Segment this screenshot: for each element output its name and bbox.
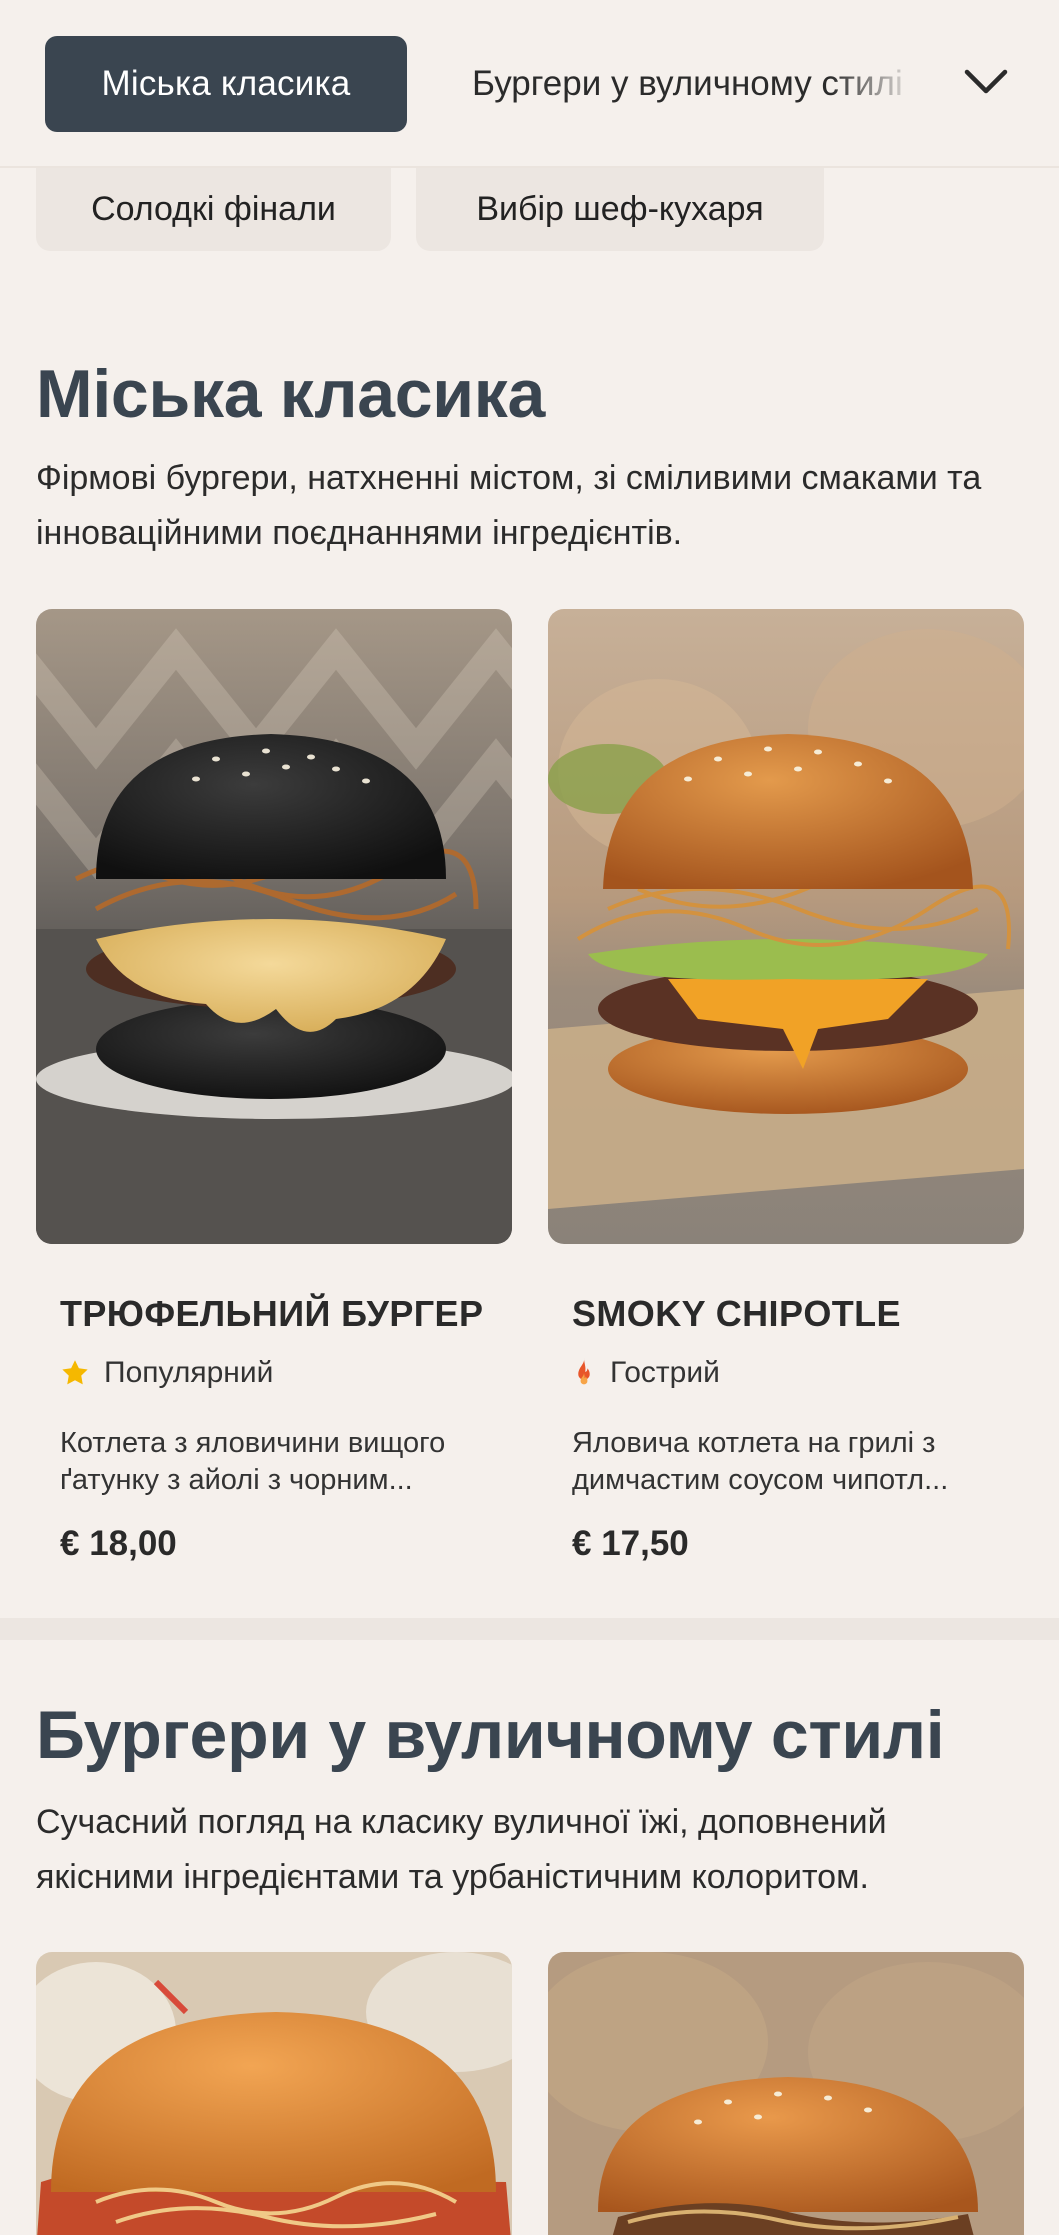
- product-description: Котлета з яловичини вищого ґатунку з айо…: [60, 1425, 500, 1499]
- section-title: Бургери у вуличному стилі: [36, 1697, 945, 1773]
- product-description-line: Яловича котлета на грилі з: [572, 1427, 936, 1459]
- product-image-street-burger-2[interactable]: [548, 1952, 1024, 2235]
- category-nav: Міська класика Бургери у вуличному стилі: [0, 0, 1059, 168]
- product-price: € 17,50: [572, 1524, 689, 1563]
- scroll-fade: [830, 30, 940, 140]
- product-name[interactable]: SMOKY CHIPOTLE: [572, 1293, 901, 1335]
- chevron-down-icon[interactable]: [960, 60, 1012, 104]
- product-tag-label: Гострий: [610, 1356, 720, 1389]
- section-title: Міська класика: [36, 356, 546, 432]
- product-description-line: Котлета з яловичини вищого: [60, 1427, 446, 1459]
- category-tab-active[interactable]: Міська класика: [45, 36, 407, 132]
- product-price: € 18,00: [60, 1524, 177, 1563]
- section-divider: [0, 1618, 1059, 1640]
- section-description: Сучасний погляд на класику вуличної їжі,…: [36, 1803, 887, 1896]
- star-icon: [60, 1358, 90, 1388]
- product-tag: Популярний: [60, 1356, 273, 1390]
- flame-icon: [572, 1357, 596, 1389]
- product-image-smoky-chipotle[interactable]: [548, 609, 1024, 1244]
- product-name[interactable]: ТРЮФЕЛЬНИЙ БУРГЕР: [60, 1293, 483, 1335]
- product-image-street-burger[interactable]: [36, 1952, 512, 2235]
- product-tag: Гострий: [572, 1356, 720, 1390]
- product-tag-label: Популярний: [104, 1356, 274, 1389]
- section-description: Фірмові бургери, натхненні містом, зі см…: [36, 459, 982, 552]
- product-description: Яловича котлета на грилі з димчастим соу…: [572, 1425, 1012, 1499]
- product-description-line: димчастим соусом чипотл...: [572, 1464, 949, 1496]
- product-description-line: ґатунку з айолі з чорним...: [60, 1464, 413, 1496]
- product-image-truffle-burger[interactable]: [36, 609, 512, 1244]
